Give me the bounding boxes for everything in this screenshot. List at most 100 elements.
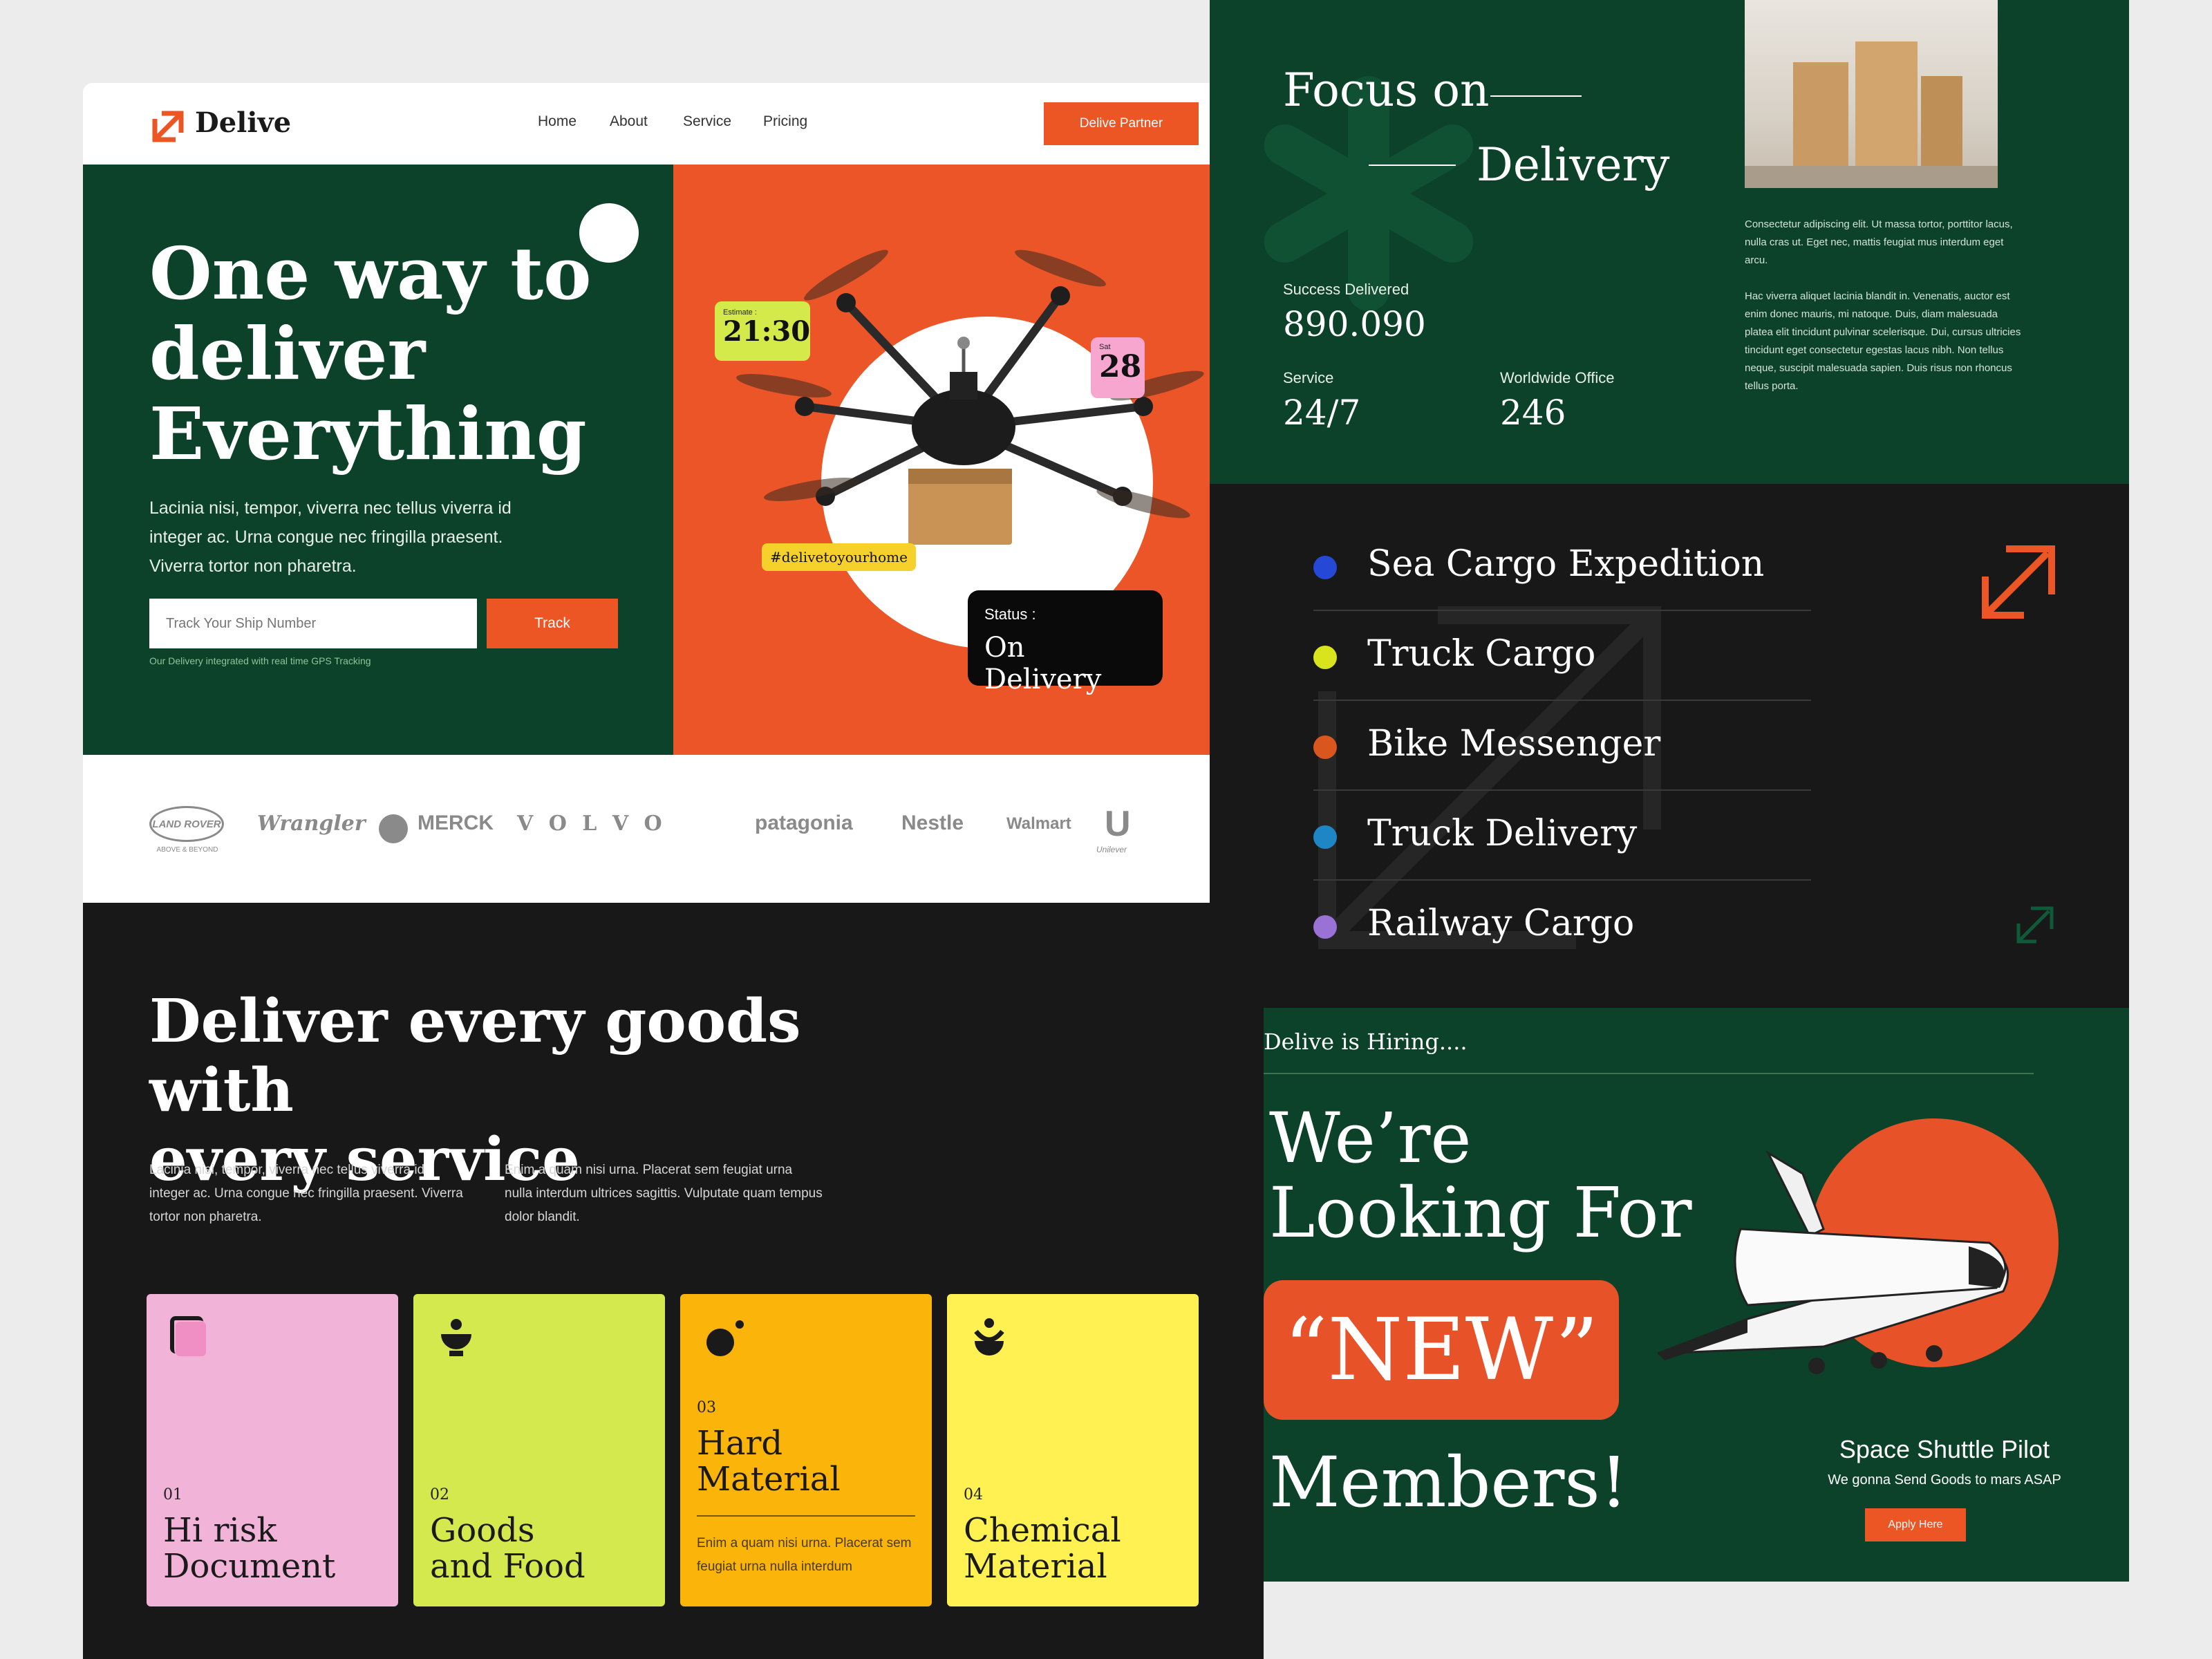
tracking-note: Our Delivery integrated with real time G… bbox=[149, 655, 371, 666]
nav-link-home[interactable]: Home bbox=[538, 113, 577, 130]
top-navbar: Delive Home About Service Pricing Delive… bbox=[83, 83, 1264, 165]
card-title-line: Chemical bbox=[964, 1511, 1121, 1550]
title-rule bbox=[1369, 165, 1456, 166]
focus-paragraph-1: Consectetur adipiscing elit. Ut massa to… bbox=[1745, 218, 2013, 266]
brand-patagonia: patagonia bbox=[755, 812, 853, 834]
cargo-dot-icon bbox=[1313, 825, 1337, 849]
track-ship-number-input[interactable] bbox=[149, 599, 477, 648]
card-title: Hi risk Document bbox=[163, 1512, 335, 1584]
services-paragraph-left: Lacinia nisi, tempor, viverra nec tellus… bbox=[149, 1163, 463, 1224]
brand-land-rover-tagline: ABOVE & BEYOND bbox=[156, 846, 218, 854]
card-title: Goods and Food bbox=[430, 1512, 585, 1584]
warehouse-boxes-image bbox=[1745, 0, 1998, 188]
food-bowl-icon bbox=[441, 1319, 471, 1356]
hashtag-badge: #delivetoyourhome bbox=[762, 543, 916, 571]
landing-page-main: Delive Home About Service Pricing Delive… bbox=[83, 83, 1264, 1659]
brand-walmart: Walmart bbox=[1006, 814, 1071, 833]
hero-right-panel: Estimate : 21:30 Sat 28 #delivetoyourhom… bbox=[673, 165, 1264, 755]
hiring-section: Delive is Hiring.... We’re Looking For “… bbox=[1264, 1008, 2129, 1582]
focus-on-delivery-section: Focus on Delivery Success Delivered 890.… bbox=[1210, 0, 2129, 484]
focus-paragraph-2: Hac viverra aliquet lacinia blandit in. … bbox=[1745, 290, 2021, 392]
cargo-dot-icon bbox=[1313, 646, 1337, 669]
hiring-label: Delive is Hiring.... bbox=[1264, 1029, 1468, 1055]
service-card-chemical-material[interactable]: 04 Chemical Material bbox=[947, 1294, 1199, 1606]
card-title-line: Goods bbox=[430, 1511, 535, 1550]
box-stack bbox=[1855, 41, 1918, 166]
brand-nestle: Nestle bbox=[901, 812, 964, 834]
apply-here-button[interactable]: Apply Here bbox=[1865, 1508, 1966, 1541]
hero-left-panel: One way to deliver Everything Lacinia ni… bbox=[83, 165, 673, 755]
focus-title-line-1: Focus on bbox=[1283, 64, 1490, 117]
hiring-headline-line-3: Members! bbox=[1269, 1442, 1628, 1523]
nav-link-about[interactable]: About bbox=[610, 113, 648, 130]
partner-brands-strip: LAND ROVER ABOVE & BEYOND Wrangler MERCK… bbox=[83, 755, 1264, 903]
box-stack bbox=[1793, 62, 1848, 166]
hiring-headline-line-1: We’re bbox=[1269, 1098, 1472, 1179]
status-value: On Delivery bbox=[984, 632, 1102, 695]
focus-title-line-2: Delivery bbox=[1477, 138, 1670, 191]
chemical-plant-icon bbox=[974, 1318, 1004, 1356]
hiring-divider bbox=[1264, 1073, 2034, 1074]
nav-link-service[interactable]: Service bbox=[683, 113, 731, 130]
card-number: 01 bbox=[163, 1486, 182, 1503]
hero-title-line: deliver bbox=[149, 311, 426, 396]
card-number: 03 bbox=[697, 1399, 716, 1416]
cargo-name: Railway Cargo bbox=[1367, 903, 1635, 944]
card-title-line: Document bbox=[163, 1547, 336, 1586]
job-title: Space Shuttle Pilot bbox=[1839, 1435, 2050, 1463]
cargo-item-railway-cargo[interactable]: Railway Cargo bbox=[1313, 882, 1811, 971]
card-divider bbox=[697, 1515, 915, 1517]
date-badge: Sat 28 bbox=[1091, 337, 1145, 398]
cargo-name: Sea Cargo Expedition bbox=[1367, 543, 1765, 585]
small-arrow-icon bbox=[2016, 906, 2054, 944]
estimate-value: 21:30 bbox=[723, 315, 811, 348]
service-card-goods-and-food[interactable]: 02 Goods and Food bbox=[413, 1294, 665, 1606]
hiring-headline-line-2: Looking For bbox=[1269, 1172, 1692, 1253]
service-card-hard-material[interactable]: 03 Hard Material Enim a quam nisi urna. P… bbox=[680, 1294, 932, 1606]
card-description: Enim a quam nisi urna. Placerat sem feug… bbox=[697, 1536, 912, 1574]
cargo-dot-icon bbox=[1313, 735, 1337, 759]
card-title-line: Hard bbox=[697, 1424, 783, 1463]
hero-title: One way to deliver Everything bbox=[149, 234, 633, 474]
job-subtitle: We gonna Send Goods to mars ASAP bbox=[1828, 1472, 2061, 1488]
card-number: 04 bbox=[964, 1486, 983, 1503]
material-orb-icon bbox=[706, 1320, 744, 1356]
card-title-line: Material bbox=[697, 1460, 841, 1499]
status-label: Status : bbox=[984, 606, 1036, 623]
new-highlight-pill: “NEW” bbox=[1264, 1280, 1619, 1420]
track-button[interactable]: Track bbox=[487, 599, 618, 648]
service-card-hi-risk-document[interactable]: 01 Hi risk Document bbox=[147, 1294, 398, 1606]
date-value: 28 bbox=[1099, 349, 1142, 384]
nav-link-pricing[interactable]: Pricing bbox=[763, 113, 807, 130]
expand-arrow-icon[interactable] bbox=[1978, 542, 2059, 622]
brand-volvo: V O L V O bbox=[517, 812, 666, 836]
cargo-item-truck-cargo[interactable]: Truck Cargo bbox=[1313, 612, 1811, 701]
delive-partner-button[interactable]: Delive Partner bbox=[1044, 102, 1199, 145]
card-title-line: Material bbox=[964, 1547, 1107, 1586]
cargo-dot-icon bbox=[1313, 556, 1337, 579]
card-title: Hard Material bbox=[697, 1425, 841, 1497]
unilever-logo-icon: U bbox=[1105, 804, 1131, 844]
services-paragraph-right: Enim a quam nisi urna. Placerat sem feug… bbox=[505, 1163, 823, 1224]
card-number: 02 bbox=[430, 1486, 449, 1503]
cargo-name: Truck Delivery bbox=[1367, 813, 1638, 854]
brand-unilever: Unilever bbox=[1096, 845, 1127, 854]
hero-title-line: One way to bbox=[149, 231, 592, 316]
warehouse-floor bbox=[1745, 166, 1998, 188]
estimate-time-badge: Estimate : 21:30 bbox=[715, 301, 810, 361]
services-section: Deliver every goods with every service L… bbox=[83, 903, 1264, 1659]
cargo-item-bike-messenger[interactable]: Bike Messenger bbox=[1313, 702, 1811, 791]
stat-value-worldwide-office: 246 bbox=[1500, 393, 1566, 433]
stat-value-success-delivered: 890.090 bbox=[1283, 304, 1426, 344]
stat-label-service: Service bbox=[1283, 369, 1334, 386]
document-icon-fill bbox=[176, 1322, 206, 1356]
stat-label-worldwide-office: Worldwide Office bbox=[1500, 369, 1615, 386]
cargo-item-truck-delivery[interactable]: Truck Delivery bbox=[1313, 792, 1811, 881]
cargo-services-section: Sea Cargo Expedition Truck Cargo Bike Me… bbox=[1210, 484, 2129, 1008]
brand-land-rover: LAND ROVER bbox=[149, 806, 224, 842]
cargo-item-sea-cargo[interactable]: Sea Cargo Expedition bbox=[1313, 523, 1811, 611]
title-rule bbox=[1490, 95, 1582, 97]
card-title-line: and Food bbox=[430, 1547, 585, 1586]
stat-label-success-delivered: Success Delivered bbox=[1283, 281, 1409, 298]
logo-text[interactable]: Delive bbox=[195, 106, 291, 139]
